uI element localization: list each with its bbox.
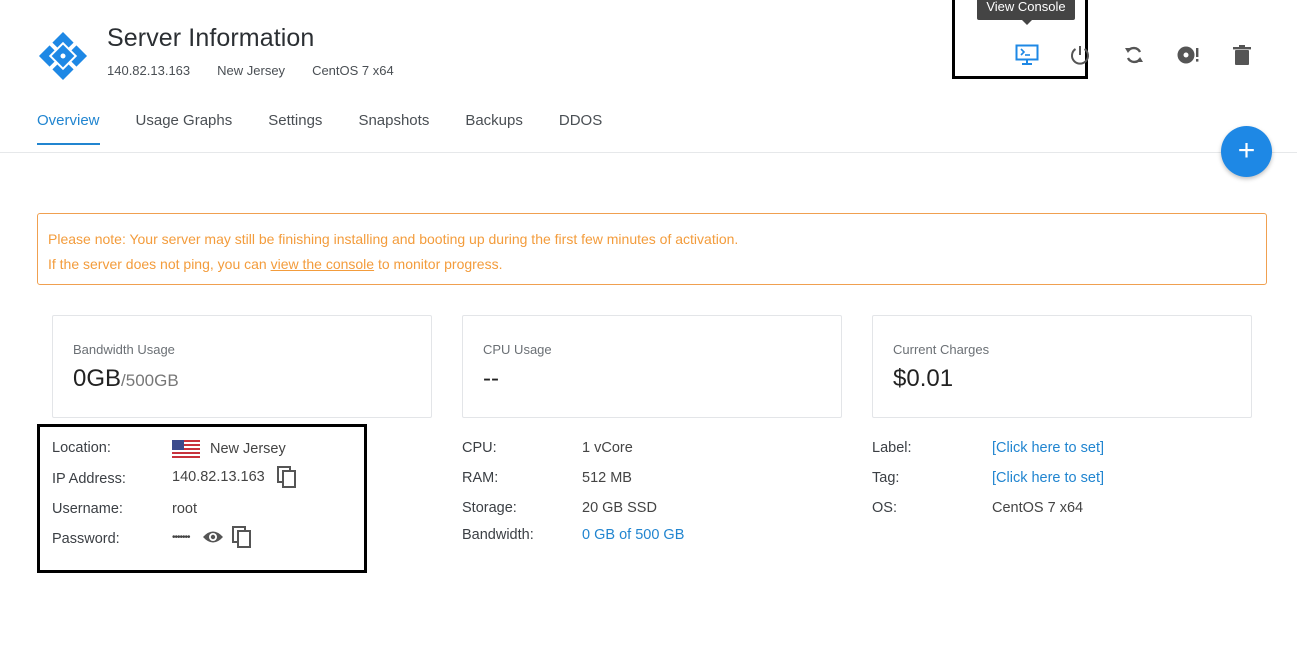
power-button[interactable] — [1067, 42, 1093, 68]
bandwidth-label: Bandwidth: — [462, 527, 534, 543]
cpu-usage-card: CPU Usage -- — [462, 315, 842, 418]
copy-icon — [231, 526, 251, 548]
tab-usage-graphs[interactable]: Usage Graphs — [136, 112, 233, 145]
notice-line-2: If the server does not ping, you can vie… — [48, 256, 503, 272]
delete-button[interactable] — [1229, 42, 1255, 68]
show-password-button[interactable] — [202, 529, 224, 545]
cpu-value: 1 vCore — [582, 440, 633, 456]
card-label: CPU Usage — [483, 342, 552, 357]
eye-icon — [202, 531, 223, 543]
reinstall-icon — [1177, 46, 1199, 64]
view-console-button[interactable] — [1014, 42, 1040, 68]
add-button[interactable]: + — [1221, 126, 1272, 177]
label-label: Label: — [872, 440, 912, 456]
current-charges-card: Current Charges $0.01 — [872, 315, 1252, 418]
ip-address-label: IP Address: — [52, 471, 126, 487]
password-value: ••••••• — [172, 526, 252, 548]
bandwidth-usage-card: Bandwidth Usage 0GB/500GB — [52, 315, 432, 418]
corner-fragment: ′ ′ ′ — [1198, 0, 1211, 6]
server-location: New Jersey — [217, 63, 286, 78]
os-label: OS: — [872, 500, 897, 516]
activation-notice: Please note: Your server may still be fi… — [37, 213, 1267, 285]
set-label-link[interactable]: [Click here to set] — [992, 440, 1104, 456]
tab-snapshots[interactable]: Snapshots — [358, 112, 429, 145]
server-os: CentOS 7 x64 — [312, 63, 394, 78]
card-value: -- — [483, 365, 499, 392]
card-label: Bandwidth Usage — [73, 342, 175, 357]
server-ip: 140.82.13.163 — [107, 63, 191, 78]
cpu-label: CPU: — [462, 440, 497, 456]
card-value: 0GB/500GB — [73, 365, 179, 392]
storage-label: Storage: — [462, 500, 517, 516]
tab-ddos[interactable]: DDOS — [559, 112, 602, 145]
tab-backups[interactable]: Backups — [465, 112, 523, 145]
tab-settings[interactable]: Settings — [268, 112, 322, 145]
location-label: Location: — [52, 440, 111, 456]
ip-address-value: 140.82.13.163 — [172, 466, 297, 488]
reinstall-button[interactable] — [1175, 42, 1201, 68]
page-title: Server Information — [107, 24, 315, 52]
bandwidth-value-link[interactable]: 0 GB of 500 GB — [582, 527, 684, 543]
card-label: Current Charges — [893, 342, 990, 357]
ram-label: RAM: — [462, 470, 499, 486]
power-icon — [1071, 46, 1089, 65]
copy-ip-button[interactable] — [276, 466, 297, 488]
username-value: root — [172, 501, 197, 517]
copy-icon — [276, 466, 296, 488]
view-console-link[interactable]: view the console — [271, 256, 375, 272]
storage-value: 20 GB SSD — [582, 500, 657, 516]
console-icon — [1015, 44, 1039, 65]
restart-icon — [1125, 46, 1143, 64]
logo-icon — [38, 31, 88, 81]
server-summary: 140.82.13.163 New Jersey CentOS 7 x64 — [107, 63, 421, 78]
location-value: New Jersey — [172, 440, 286, 458]
us-flag-icon — [172, 440, 200, 458]
ram-value: 512 MB — [582, 470, 632, 486]
password-label: Password: — [52, 531, 120, 547]
card-value: $0.01 — [893, 365, 954, 392]
username-label: Username: — [52, 501, 123, 517]
tab-bar: Overview Usage Graphs Settings Snapshots… — [37, 112, 638, 145]
copy-password-button[interactable] — [231, 526, 252, 548]
notice-line-1: Please note: Your server may still be fi… — [48, 231, 739, 247]
tag-label: Tag: — [872, 470, 900, 486]
tabs-divider — [0, 152, 1297, 153]
trash-icon — [1233, 45, 1251, 65]
tab-overview[interactable]: Overview — [37, 112, 100, 145]
restart-button[interactable] — [1121, 42, 1147, 68]
os-value: CentOS 7 x64 — [992, 500, 1084, 516]
set-tag-link[interactable]: [Click here to set] — [992, 470, 1104, 486]
